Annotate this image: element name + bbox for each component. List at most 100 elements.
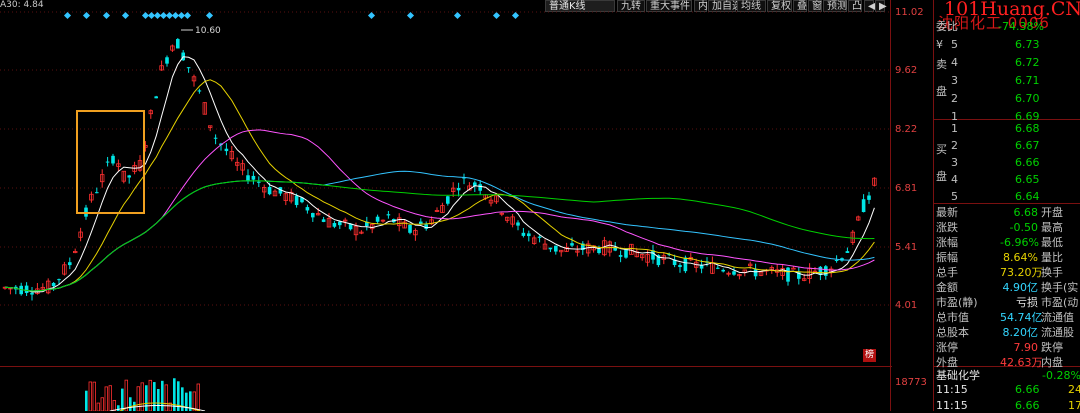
- stat-value: 7.90: [1013, 341, 1039, 354]
- sell-level: 4: [951, 56, 958, 69]
- candle-body: [111, 155, 115, 164]
- candle-body: [570, 243, 574, 246]
- candle-body: [861, 199, 866, 213]
- stat-label: 换手(实: [1041, 281, 1079, 294]
- sell-price: 6.71: [1015, 74, 1040, 87]
- stat-label: 最新: [936, 206, 958, 219]
- candle-body: [478, 184, 482, 191]
- candlestick-chart[interactable]: 10.60: [0, 0, 892, 411]
- wei-bi-value: -74.38%: [998, 20, 1044, 33]
- candle-body: [845, 251, 850, 253]
- buy-price: 6.67: [1015, 139, 1040, 152]
- candle-body: [251, 175, 256, 180]
- volume-bar: [124, 379, 128, 411]
- candle-body: [527, 233, 531, 237]
- buy-price: 6.68: [1015, 122, 1040, 135]
- candle-body: [294, 195, 299, 206]
- volume-bar: [92, 381, 96, 411]
- candle-body: [683, 257, 688, 272]
- volume-bar: [157, 389, 160, 411]
- buy-side-label: 盘: [936, 170, 947, 183]
- candle-body: [456, 187, 461, 191]
- candle-body: [305, 207, 310, 211]
- volume-bar: [164, 384, 168, 411]
- buy-price: 6.66: [1015, 156, 1040, 169]
- rank-badge[interactable]: 榜: [863, 349, 876, 362]
- stock-chart-window: A30: 4.84 普通K线 九转 重大事件内加自选 均线 复权叠窗预测凸 ◀ ▶ 沈阳化工…: [0, 0, 1080, 412]
- price-axis-tick: 9.62: [895, 65, 918, 76]
- volume-bar: [88, 381, 92, 411]
- candle-body: [338, 221, 342, 226]
- stat-label: 最高: [1041, 221, 1063, 234]
- stat-value: 42.63万: [1000, 356, 1043, 369]
- buy-level: 5: [951, 190, 958, 203]
- candle-body: [57, 279, 61, 281]
- candle-body: [521, 232, 526, 236]
- stat-value: -6.96%: [1000, 236, 1039, 249]
- stat-label: 市盈(静): [936, 296, 978, 309]
- volume-axis-label: 18773: [895, 377, 927, 388]
- stat-label: 最低: [1041, 236, 1063, 249]
- candle-body: [597, 248, 601, 253]
- stat-value: 73.20万: [1000, 266, 1043, 279]
- volume-bar: [148, 379, 152, 411]
- candle-body: [95, 192, 99, 194]
- stat-label: 总股本: [936, 326, 969, 339]
- candle-body: [311, 213, 315, 218]
- price-axis-tick: 4.01: [895, 300, 918, 311]
- stat-label: 跌停: [1041, 341, 1063, 354]
- candle-body: [867, 195, 871, 200]
- sell-price: 6.72: [1015, 56, 1040, 69]
- wei-bi-label: 委比: [936, 20, 958, 33]
- candle-body: [321, 219, 326, 222]
- candle-body: [678, 265, 682, 268]
- tick-time: 11:15: [936, 383, 968, 396]
- buy-side-label: 买: [936, 143, 947, 156]
- sell-side-label: 卖: [936, 58, 947, 71]
- buy-price: 6.65: [1015, 173, 1040, 186]
- volume-bar: [196, 383, 200, 411]
- volume-bar: [129, 397, 132, 411]
- candle-body: [51, 282, 56, 287]
- candle-body: [332, 223, 337, 227]
- candle-body: [176, 39, 180, 49]
- candle-body: [197, 90, 202, 92]
- candle-body: [30, 292, 34, 295]
- volume-bar: [153, 382, 156, 411]
- candle-body: [386, 214, 391, 216]
- sell-price: 6.73: [1015, 38, 1040, 51]
- stat-label: 开盘: [1041, 206, 1063, 219]
- candle-body: [834, 259, 839, 261]
- candle-body: [537, 236, 542, 238]
- stat-label: 换手: [1041, 266, 1063, 279]
- highlight-box: [76, 110, 145, 214]
- stat-value: 8.20亿: [1002, 326, 1039, 339]
- candle-body: [408, 224, 412, 233]
- sell-side-label: 盘: [936, 85, 947, 98]
- volume-bar: [104, 386, 108, 411]
- sector-change: -0.28%: [1042, 369, 1080, 382]
- candle-body: [716, 267, 720, 269]
- ma60-line: [4, 180, 875, 292]
- candle-body: [154, 96, 158, 99]
- candle-body: [186, 67, 191, 69]
- stat-label: 总市值: [936, 311, 969, 324]
- price-axis-tick: 11.02: [895, 7, 924, 18]
- candle-body: [246, 175, 250, 181]
- volume-bar: [140, 382, 144, 411]
- stat-label: 流通股: [1041, 326, 1074, 339]
- stat-label: 涨跌: [936, 221, 958, 234]
- price-axis-tick: 6.81: [895, 183, 918, 194]
- candle-body: [267, 186, 272, 195]
- stat-label: 量比: [1041, 251, 1063, 264]
- candle-body: [105, 161, 110, 163]
- price-axis-tick: 8.22: [895, 124, 918, 135]
- stat-label: 市盈(动: [1041, 296, 1079, 309]
- volume-bar: [185, 392, 188, 411]
- stat-label: 振幅: [936, 251, 958, 264]
- buy-level: 1: [951, 122, 958, 135]
- buy-level: 4: [951, 173, 958, 186]
- ma5-line: [4, 56, 875, 293]
- candle-body: [127, 175, 131, 178]
- panel-divider: [890, 0, 891, 411]
